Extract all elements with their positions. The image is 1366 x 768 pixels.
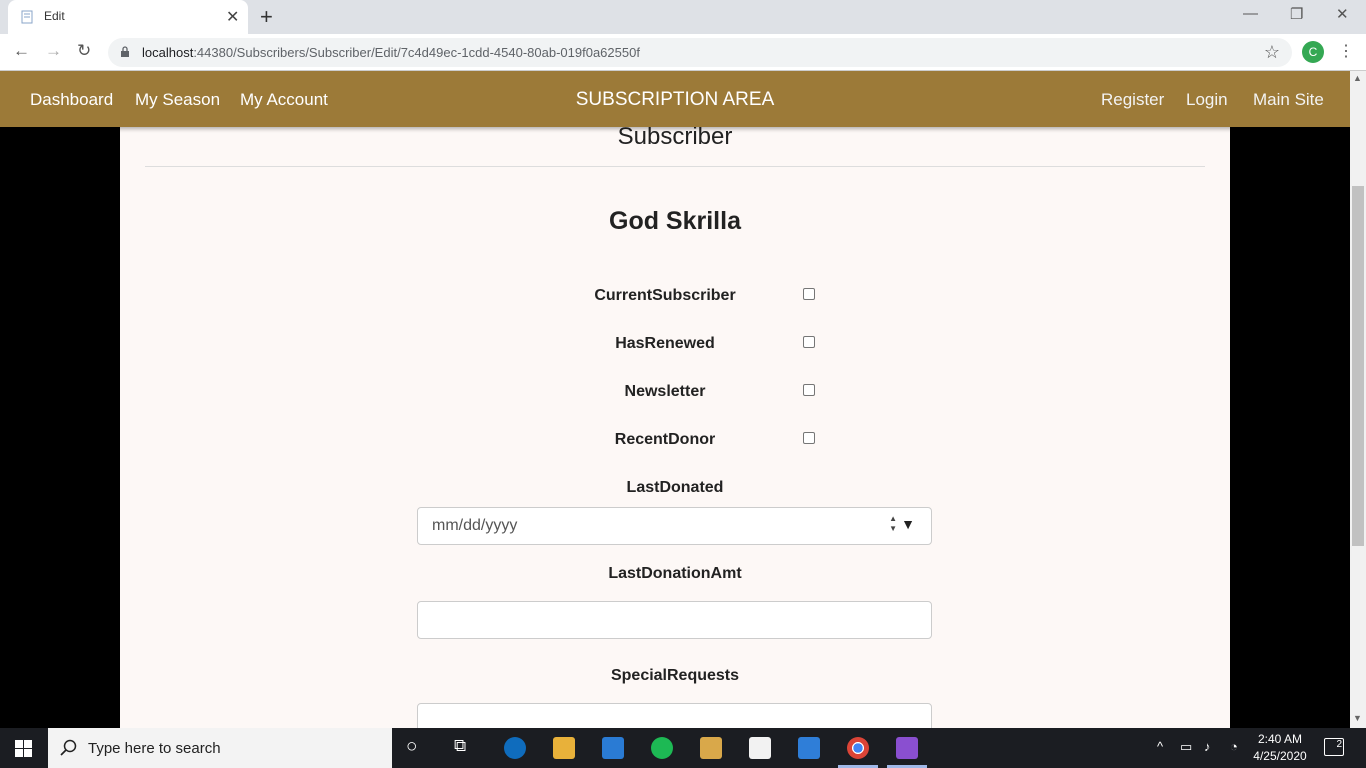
volume-icon[interactable]: ♪	[1204, 739, 1211, 754]
current-subscriber-label: CurrentSubscriber	[594, 287, 736, 304]
newsletter-checkbox[interactable]	[803, 384, 815, 396]
spotify-icon[interactable]	[651, 737, 673, 759]
page-viewport: Dashboard My Season My Account SUBSCRIPT…	[0, 71, 1350, 728]
nav-link-main-site[interactable]: Main Site	[1253, 90, 1324, 110]
notepad-icon[interactable]	[749, 737, 771, 759]
app-icon[interactable]	[700, 737, 722, 759]
has-renewed-label: HasRenewed	[615, 335, 715, 352]
back-arrow-icon[interactable]: ←	[13, 41, 30, 61]
notification-icon[interactable]: 2	[1324, 738, 1344, 756]
nav-link-login[interactable]: Login	[1186, 90, 1228, 110]
restore-icon[interactable]: ❐	[1290, 5, 1303, 23]
nav-link-register[interactable]: Register	[1101, 90, 1164, 110]
recent-donor-checkbox[interactable]	[803, 432, 815, 444]
tab-title: Edit	[44, 9, 65, 23]
scroll-down-icon[interactable]: ▼	[1353, 713, 1362, 723]
visual-studio-icon[interactable]	[896, 737, 918, 759]
clock-date: 4/25/2020	[1253, 749, 1307, 763]
lock-icon	[121, 46, 129, 57]
browser-toolbar: ← → ↻ localhost:44380/Subscribers/Subscr…	[0, 34, 1366, 71]
edge-icon[interactable]	[504, 737, 526, 759]
bookmark-star-icon[interactable]: ☆	[1264, 42, 1280, 63]
close-window-icon[interactable]: ✕	[1336, 5, 1349, 23]
special-requests-input[interactable]	[417, 703, 932, 728]
taskbar-search-box[interactable]: Type here to search	[48, 728, 392, 768]
scroll-thumb[interactable]	[1352, 186, 1364, 546]
store-icon[interactable]	[602, 737, 624, 759]
newsletter-label: Newsletter	[624, 383, 706, 400]
divider	[145, 166, 1205, 167]
chrome-icon[interactable]	[847, 737, 869, 759]
page-title: Subscriber	[617, 123, 733, 150]
date-placeholder: mm/dd/yyyy	[432, 517, 518, 534]
taskbar-clock[interactable]: 2:40 AM 4/25/2020	[1250, 731, 1310, 765]
close-tab-icon[interactable]: ✕	[226, 7, 239, 27]
last-donated-label: LastDonated	[626, 479, 724, 496]
address-bar[interactable]: localhost:44380/Subscribers/Subscriber/E…	[108, 38, 1292, 67]
page-scrollbar[interactable]: ▲ ▼	[1350, 71, 1366, 728]
tray-expand-icon[interactable]: ^	[1157, 739, 1163, 754]
clock-time: 2:40 AM	[1257, 732, 1303, 746]
current-subscriber-checkbox[interactable]	[803, 288, 815, 300]
search-placeholder: Type here to search	[88, 740, 221, 757]
site-navbar: Dashboard My Season My Account SUBSCRIPT…	[0, 71, 1350, 127]
last-donation-amt-label: LastDonationAmt	[608, 565, 742, 582]
forward-arrow-icon[interactable]: →	[45, 41, 62, 61]
cortana-icon[interactable]: ○	[406, 736, 417, 758]
special-requests-label: SpecialRequests	[610, 667, 740, 684]
file-explorer-icon[interactable]	[553, 737, 575, 759]
page-icon	[21, 10, 33, 24]
browser-menu-icon[interactable]: ⋮	[1338, 41, 1354, 61]
windows-start-icon[interactable]	[15, 740, 32, 757]
browser-tab-bar: Edit ✕ + — ❐ ✕	[0, 0, 1366, 34]
task-view-icon[interactable]: ⧉	[454, 736, 466, 756]
mail-icon[interactable]	[798, 737, 820, 759]
windows-taskbar: Type here to search ○ ⧉ ^ ▭ ♪ ◔ 2:40 AM …	[0, 728, 1366, 768]
scroll-up-icon[interactable]: ▲	[1353, 73, 1362, 83]
profile-avatar[interactable]: C	[1302, 41, 1324, 63]
date-dropdown-icon[interactable]: ▼	[901, 516, 915, 532]
last-donated-date-input[interactable]: mm/dd/yyyy ▲ ▼ ▼	[417, 507, 932, 545]
new-tab-icon[interactable]: +	[260, 4, 273, 30]
reload-icon[interactable]: ↻	[77, 41, 91, 61]
last-donation-amt-input[interactable]	[417, 601, 932, 639]
minimize-icon[interactable]: —	[1243, 5, 1258, 22]
url-text: localhost:44380/Subscribers/Subscriber/E…	[142, 45, 640, 60]
subscriber-name: God Skrilla	[609, 207, 741, 235]
edit-form-panel: Subscriber God Skrilla CurrentSubscriber…	[120, 111, 1230, 728]
browser-tab[interactable]: Edit ✕	[8, 0, 248, 34]
wifi-icon[interactable]: ◔	[1230, 739, 1238, 754]
recent-donor-label: RecentDonor	[614, 431, 716, 448]
date-spinner-icon[interactable]: ▲ ▼	[889, 514, 897, 534]
battery-icon[interactable]: ▭	[1180, 739, 1192, 755]
has-renewed-checkbox[interactable]	[803, 336, 815, 348]
search-icon	[60, 739, 77, 756]
